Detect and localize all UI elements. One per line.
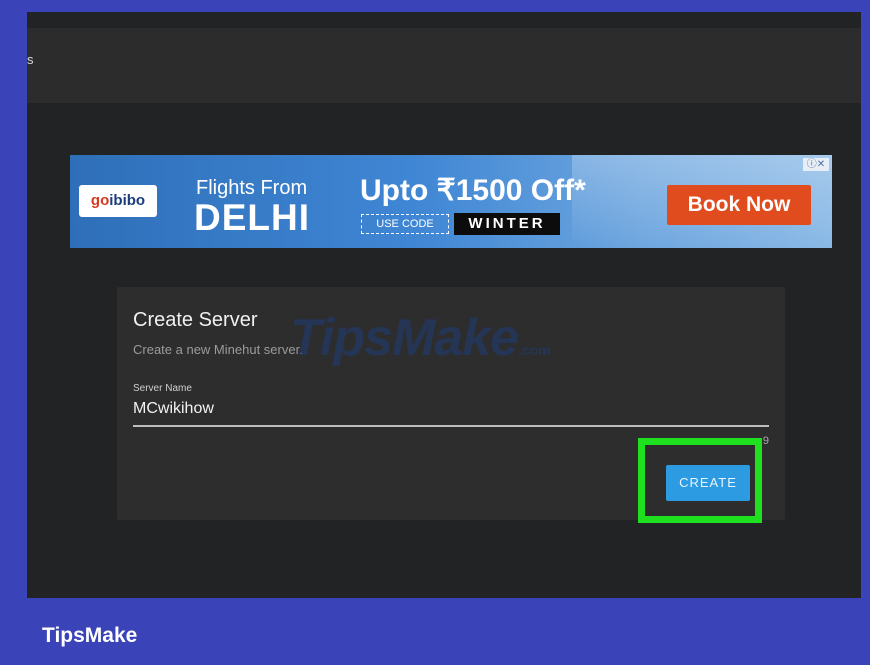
ad-promo-code: WINTER bbox=[454, 213, 560, 235]
char-counter: 9 bbox=[762, 435, 769, 447]
ad-banner[interactable]: goibibo Flights From DELHI Upto ₹1500 Of… bbox=[70, 155, 832, 248]
card-subtitle: Create a new Minehut server. bbox=[133, 342, 303, 357]
ad-offer: Upto ₹1500 Off* bbox=[360, 174, 586, 207]
footer-brand: TipsMake bbox=[42, 624, 138, 647]
ad-city: DELHI bbox=[194, 197, 310, 238]
card-title: Create Server bbox=[133, 309, 258, 331]
input-underline bbox=[133, 425, 769, 427]
top-bar: s bbox=[27, 28, 861, 103]
server-name-input[interactable]: MCwikihow bbox=[133, 400, 214, 418]
ad-close-icon[interactable]: ⓘ✕ bbox=[803, 158, 829, 171]
server-name-label: Server Name bbox=[133, 383, 192, 394]
ad-logo: goibibo bbox=[79, 185, 157, 217]
create-button[interactable]: CREATE bbox=[666, 465, 750, 501]
ad-use-code-label: USE CODE bbox=[361, 214, 449, 234]
watermark: TipsMake.com bbox=[290, 309, 551, 367]
top-bar-text: s bbox=[27, 52, 34, 67]
ad-book-now-button[interactable]: Book Now bbox=[667, 185, 811, 225]
